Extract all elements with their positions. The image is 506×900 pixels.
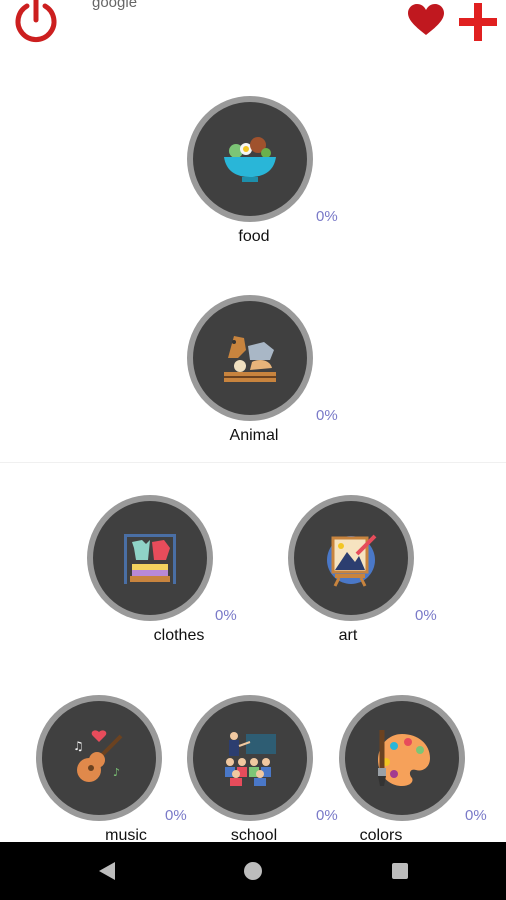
divider <box>0 462 506 463</box>
farm-animals-icon <box>224 336 276 382</box>
progress-percent: 0% <box>316 208 338 225</box>
recent-apps-icon[interactable] <box>392 863 408 879</box>
category-button[interactable] <box>87 495 213 621</box>
clothes-rack-icon <box>124 534 176 584</box>
progress-percent: 0% <box>215 607 237 624</box>
svg-text:♪: ♪ <box>113 766 120 779</box>
palette-icon <box>378 730 430 786</box>
progress-percent: 0% <box>415 607 437 624</box>
plus-icon[interactable] <box>459 3 497 41</box>
category-button[interactable]: ♫ ♪ <box>36 695 162 821</box>
progress-percent: 0% <box>165 807 187 824</box>
easel-painting-icon <box>327 534 377 587</box>
category-label: Animal <box>229 427 279 444</box>
progress-percent: 0% <box>465 807 487 824</box>
svg-text:♫: ♫ <box>73 739 84 753</box>
category-button[interactable] <box>187 695 313 821</box>
heart-icon[interactable] <box>408 4 444 36</box>
salad-bowl-icon <box>224 137 276 182</box>
top-bar: google <box>0 0 506 50</box>
progress-percent: 0% <box>316 807 338 824</box>
category-button[interactable] <box>339 695 465 821</box>
category-label: art <box>338 627 358 644</box>
category-label: clothes <box>153 627 205 644</box>
account-label: google <box>92 0 138 11</box>
power-icon[interactable] <box>11 0 61 44</box>
classroom-icon <box>225 732 276 786</box>
category-button[interactable] <box>288 495 414 621</box>
progress-percent: 0% <box>316 407 338 424</box>
category-button[interactable] <box>187 295 313 421</box>
category-label: food <box>238 228 270 245</box>
guitar-icon: ♫ ♪ <box>73 730 123 782</box>
back-icon[interactable] <box>97 861 117 881</box>
category-button[interactable] <box>187 96 313 222</box>
home-icon[interactable] <box>244 862 262 880</box>
